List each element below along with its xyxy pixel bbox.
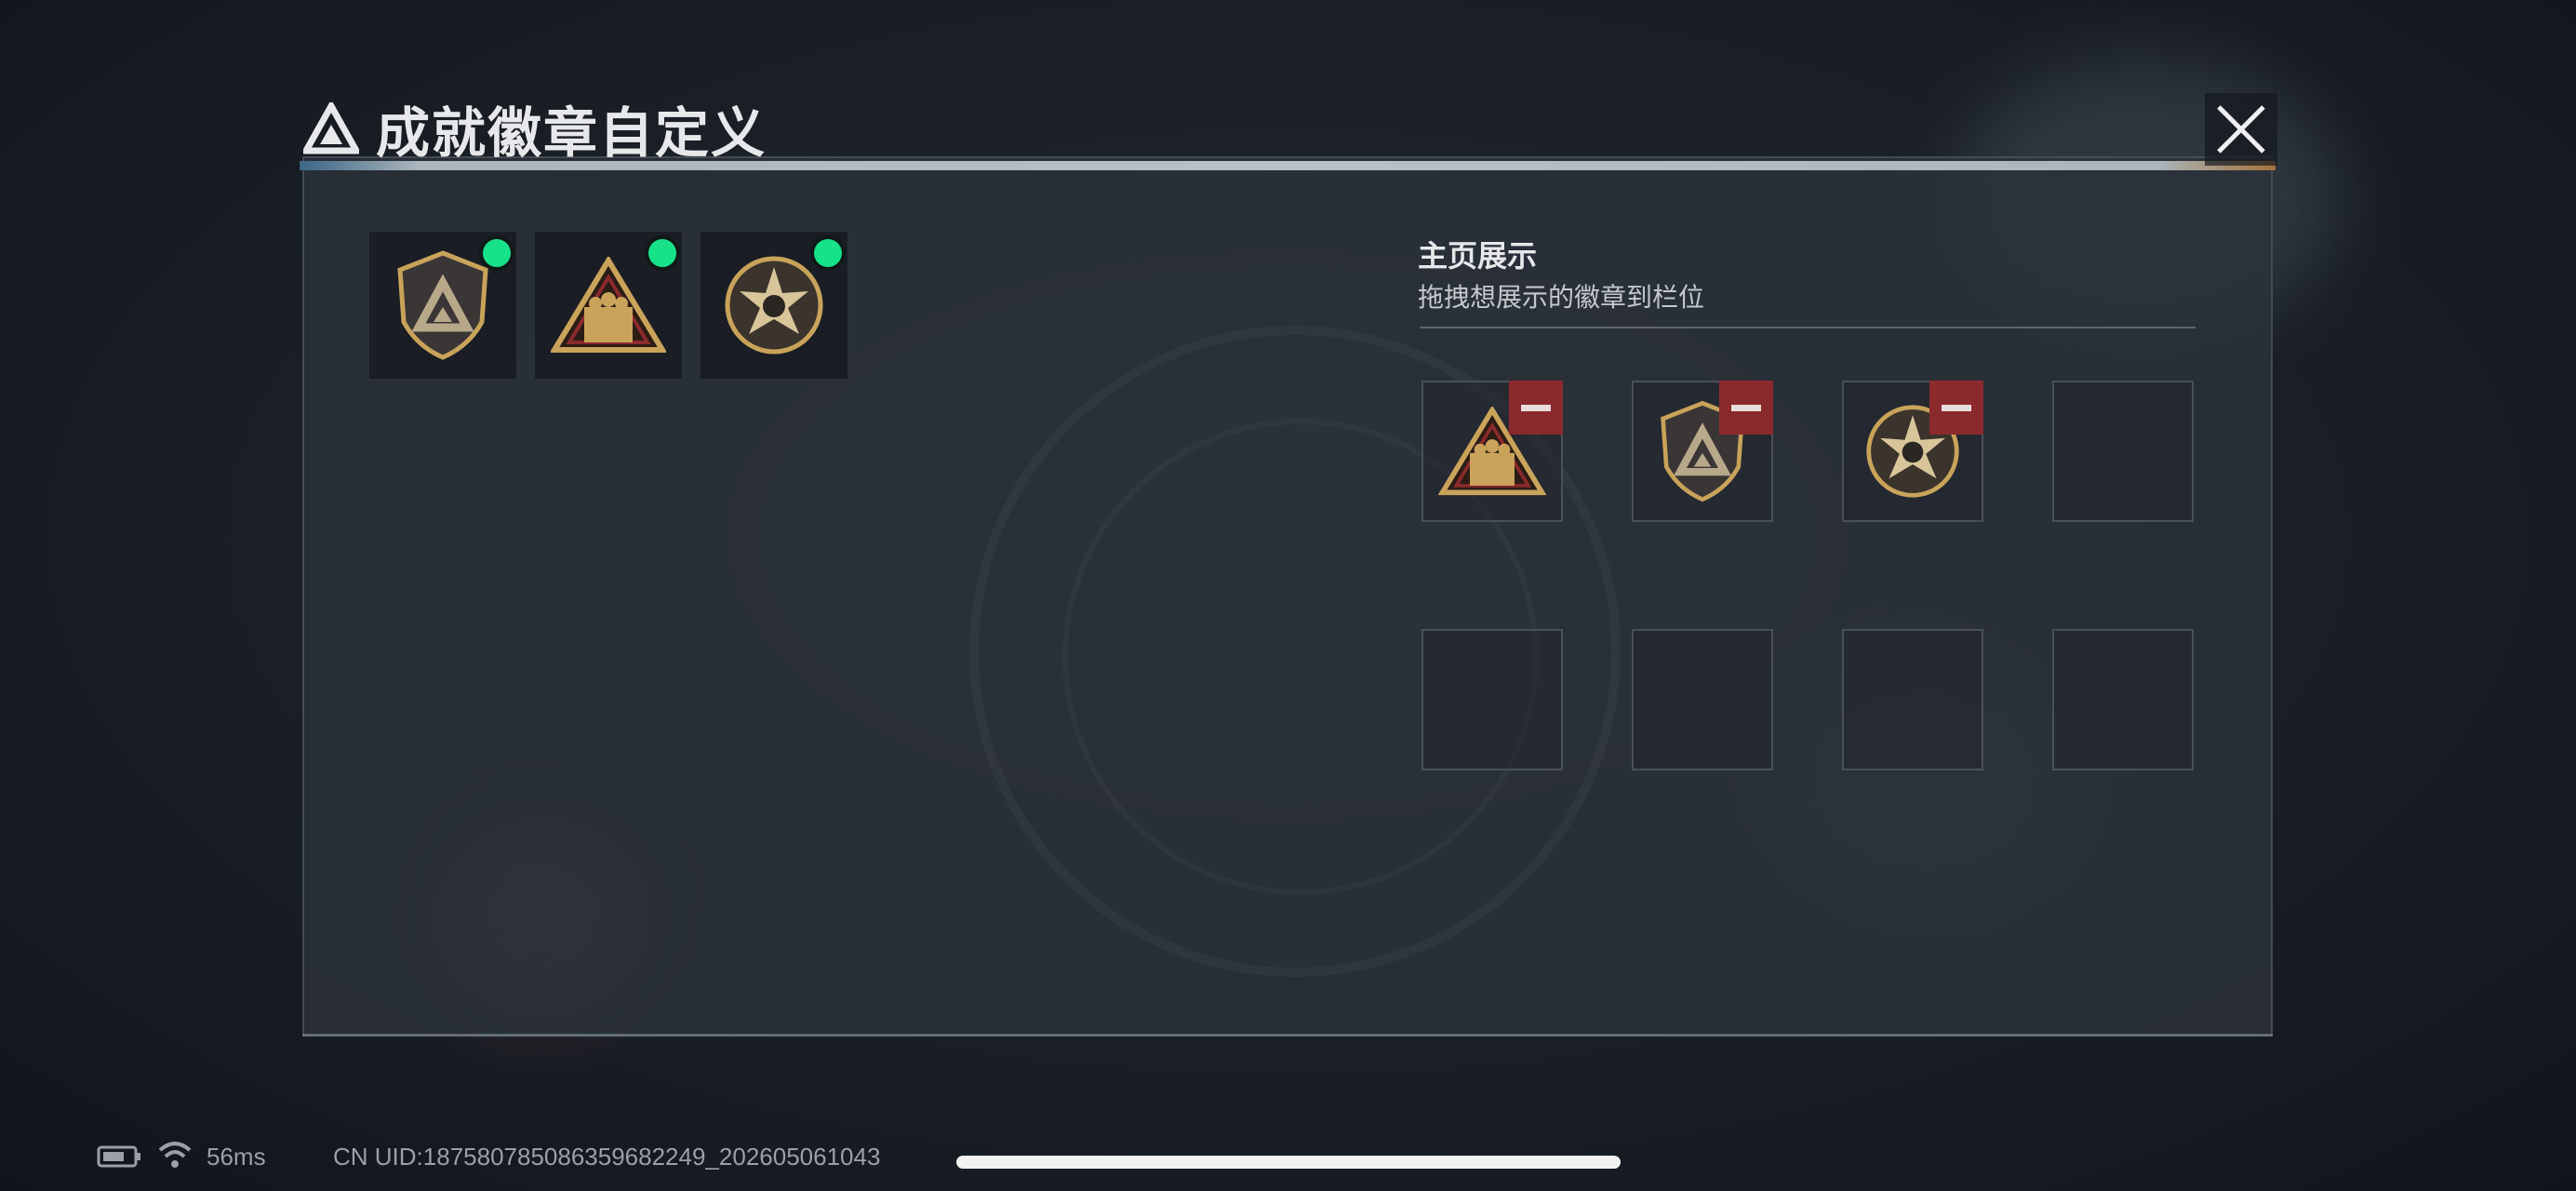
showcase-subtitle: 拖拽想展示的徽章到栏位: [1418, 283, 1705, 312]
equipped-indicator: [648, 239, 676, 267]
remove-badge-button[interactable]: [1719, 381, 1773, 435]
showcase-slot-7[interactable]: [1842, 629, 1983, 770]
showcase-slot-4[interactable]: [2052, 381, 2194, 522]
showcase-slot-2[interactable]: [1632, 381, 1773, 522]
minus-icon: [1731, 404, 1761, 411]
showcase-slot-8[interactable]: [2052, 629, 2194, 770]
showcase-slot-1[interactable]: [1421, 381, 1563, 522]
showcase-slot-5[interactable]: [1421, 629, 1563, 770]
wifi-icon: [158, 1142, 192, 1168]
showcase-slot-6[interactable]: [1632, 629, 1773, 770]
minus-icon: [1521, 404, 1551, 411]
shield-delta-badge-icon: [397, 250, 488, 360]
remove-badge-button[interactable]: [1929, 381, 1983, 435]
minus-icon: [1942, 404, 1971, 411]
star-skull-badge-icon: [725, 256, 823, 355]
owned-badge-slot[interactable]: [700, 231, 848, 380]
dialog-title-text: 成就徽章自定义: [376, 103, 767, 164]
panel-footer-line: [302, 1034, 2273, 1037]
showcase-divider: [1420, 327, 2196, 328]
close-icon: [2217, 105, 2265, 154]
soldiers-triangle-badge-icon: [551, 257, 666, 353]
battery-icon: [97, 1145, 140, 1168]
ping-text: 56ms: [207, 1143, 266, 1171]
showcase-slot-3[interactable]: [1842, 381, 1983, 522]
owned-badge-slot[interactable]: [534, 231, 683, 380]
home-indicator[interactable]: [956, 1156, 1621, 1169]
equipped-indicator: [814, 239, 842, 267]
close-button[interactable]: [2205, 93, 2277, 166]
equipped-indicator: [483, 239, 511, 267]
uid-text: CN UID:18758078508635968224​9_2026050610…: [333, 1143, 881, 1171]
showcase-title: 主页展示: [1418, 239, 1538, 273]
remove-badge-button[interactable]: [1509, 381, 1563, 435]
dialog-title: 成就徽章自定义: [303, 89, 767, 167]
owned-badge-slot[interactable]: [368, 231, 517, 380]
delta-logo-icon: [303, 102, 359, 154]
